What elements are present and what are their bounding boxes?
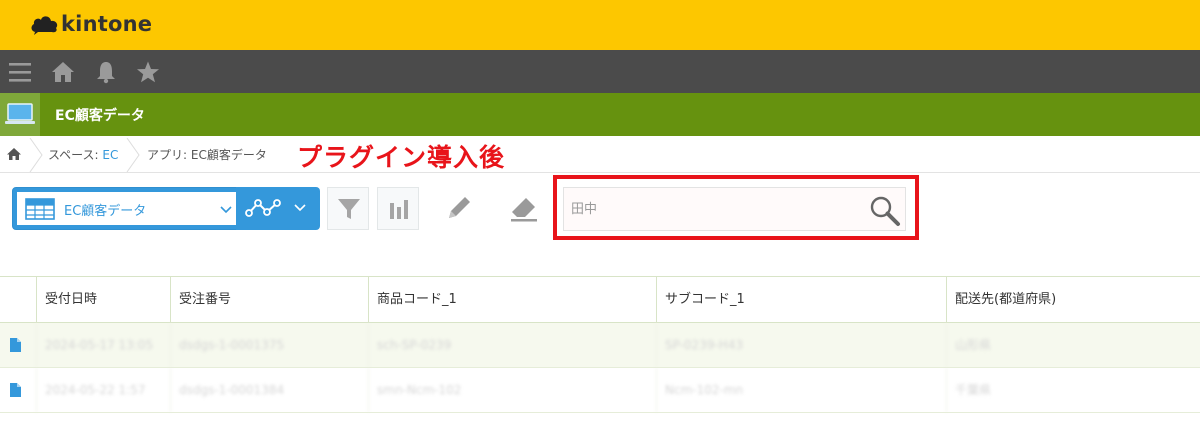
view-name: EC顧客データ — [64, 204, 147, 219]
table-cell: sch-SP-0239 — [368, 323, 656, 367]
logo-text: kintone — [61, 12, 153, 36]
app-header: EC顧客データ — [0, 93, 1200, 136]
star-icon[interactable] — [136, 60, 160, 84]
breadcrumb-space-link[interactable]: EC — [102, 148, 118, 162]
chart-button[interactable] — [377, 187, 419, 230]
bar-chart-icon — [390, 200, 408, 219]
record-detail-icon[interactable] — [10, 383, 21, 397]
app-icon — [0, 93, 40, 136]
table-header: 受付日時 受注番号 商品コード_1 サブコード_1 配送先(都道府県) — [0, 276, 1200, 323]
breadcrumb-space[interactable]: スペース: EC — [48, 146, 118, 163]
column-header[interactable]: 商品コード_1 — [368, 277, 656, 323]
table-cell: dsdgs-1-0001384 — [170, 368, 368, 412]
app-title: EC顧客データ — [55, 108, 145, 124]
bell-icon[interactable] — [94, 60, 118, 84]
graph-selector[interactable] — [236, 187, 320, 230]
chevron-down-icon — [294, 204, 306, 212]
table-cell: 千葉県 — [946, 368, 1200, 412]
table-view-icon — [25, 198, 55, 220]
chevron-down-icon — [220, 206, 232, 214]
table-cell: 山形県 — [946, 323, 1200, 367]
column-header[interactable]: 受注番号 — [170, 277, 368, 323]
search-input[interactable] — [566, 190, 861, 228]
breadcrumb-space-prefix: スペース: — [48, 148, 103, 162]
record-detail-icon[interactable] — [10, 338, 21, 352]
pencil-icon[interactable] — [441, 190, 477, 226]
filter-icon — [338, 199, 360, 219]
search-icon[interactable] — [869, 195, 901, 227]
graph-icon — [245, 199, 281, 217]
table-cell: SP-0239-H43 — [656, 323, 946, 367]
column-header[interactable]: 配送先(都道府県) — [946, 277, 1200, 323]
laptop-icon — [5, 103, 35, 124]
breadcrumb-home-icon[interactable] — [6, 146, 22, 162]
breadcrumb-separator-icon — [126, 138, 140, 172]
filter-button[interactable] — [327, 187, 369, 230]
annotation-label: プラグイン導入後 — [297, 143, 506, 172]
column-header[interactable]: サブコード_1 — [656, 277, 946, 323]
table-row: 2024-05-17 13:05 dsdgs-1-0001375 sch-SP-… — [0, 323, 1200, 368]
global-nav-bar — [0, 50, 1200, 93]
table-cell: Ncm-102-mn — [656, 368, 946, 412]
table-cell: smn-Ncm-102 — [368, 368, 656, 412]
table-cell: dsdgs-1-0001375 — [170, 323, 368, 367]
view-selector[interactable]: EC顧客データ — [12, 187, 246, 230]
table-row: 2024-05-22 1:57 dsdgs-1-0001384 smn-Ncm-… — [0, 368, 1200, 413]
view-selector-inner[interactable]: EC顧客データ — [17, 192, 246, 225]
table-cell: 2024-05-17 13:05 — [36, 323, 170, 367]
table-cell: 2024-05-22 1:57 — [36, 368, 170, 412]
menu-icon[interactable] — [8, 60, 32, 84]
column-header[interactable]: 受付日時 — [36, 277, 170, 323]
breadcrumb: スペース: EC アプリ: EC顧客データ — [0, 136, 1200, 173]
eraser-icon[interactable] — [506, 190, 542, 226]
breadcrumb-separator-icon — [29, 138, 43, 172]
breadcrumb-app[interactable]: アプリ: EC顧客データ — [147, 146, 267, 163]
home-icon[interactable] — [51, 60, 75, 84]
search-box — [563, 187, 906, 231]
cloud-logo-icon — [31, 16, 58, 35]
header-bar: kintone — [0, 0, 1200, 50]
kintone-logo[interactable]: kintone — [30, 9, 152, 39]
